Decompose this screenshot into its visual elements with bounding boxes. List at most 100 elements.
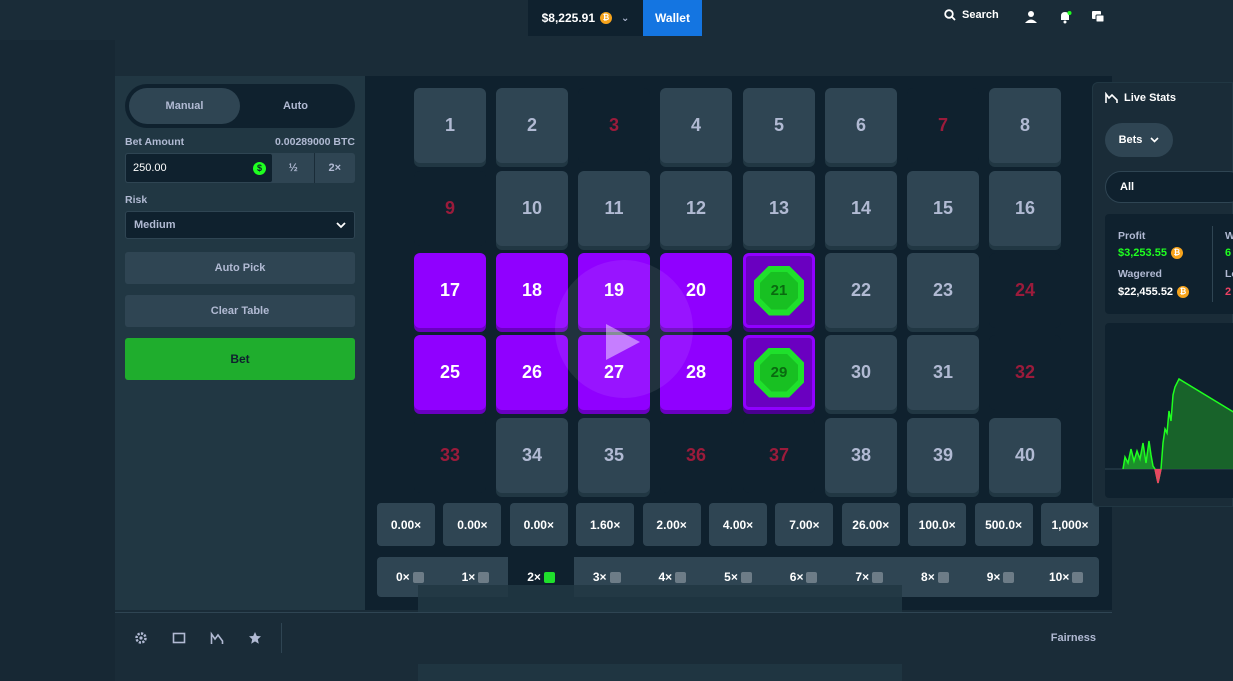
tile-37[interactable]: 37 bbox=[743, 418, 815, 493]
gem-square-icon bbox=[675, 571, 687, 583]
theatre-mode-icon[interactable] bbox=[172, 631, 186, 645]
clear-table-button[interactable]: Clear Table bbox=[125, 295, 355, 327]
tile-5[interactable]: 5 bbox=[743, 88, 815, 163]
stats-summary: Profit $3,253.55 ₿ Wagered $22,455.52 ₿ … bbox=[1105, 214, 1233, 314]
tile-9[interactable]: 9 bbox=[414, 171, 486, 246]
tile-22[interactable]: 22 bbox=[825, 253, 897, 328]
tile-14[interactable]: 14 bbox=[825, 171, 897, 246]
gem-icon: 29 bbox=[754, 347, 804, 398]
tile-11[interactable]: 11 bbox=[578, 171, 650, 246]
tile-25[interactable]: 25 bbox=[414, 335, 486, 410]
tile-number: 38 bbox=[850, 445, 872, 465]
tile-16[interactable]: 16 bbox=[989, 171, 1061, 246]
balance-value: $8,225.91 bbox=[541, 11, 595, 25]
bet-amount-btc: 0.00289000 BTC bbox=[275, 136, 355, 148]
search-icon bbox=[944, 9, 956, 21]
hit-count-item: 10× bbox=[1033, 557, 1099, 597]
gem-square-icon bbox=[543, 571, 555, 583]
tile-12[interactable]: 12 bbox=[660, 171, 732, 246]
tile-35[interactable]: 35 bbox=[578, 418, 650, 493]
left-background bbox=[0, 40, 115, 681]
tile-3[interactable]: 3 bbox=[578, 88, 650, 163]
balance-selector[interactable]: $8,225.91 ₿ ⌄ bbox=[528, 0, 643, 36]
tile-33[interactable]: 33 bbox=[414, 418, 486, 493]
tile-number: 30 bbox=[850, 362, 872, 382]
payout-multiplier: 1,000× bbox=[1041, 503, 1099, 546]
profit-value: $3,253.55 bbox=[1118, 247, 1167, 259]
tile-7[interactable]: 7 bbox=[907, 88, 979, 163]
tile-30[interactable]: 30 bbox=[825, 335, 897, 410]
payout-multiplier: 1.60× bbox=[576, 503, 635, 546]
tile-23[interactable]: 23 bbox=[907, 253, 979, 328]
search-button[interactable]: Search bbox=[944, 9, 999, 21]
tile-number: 26 bbox=[521, 362, 543, 382]
tile-40[interactable]: 40 bbox=[989, 418, 1061, 493]
tile-31[interactable]: 31 bbox=[907, 335, 979, 410]
manual-tab[interactable]: Manual bbox=[129, 88, 240, 124]
payout-multiplier: 2.00× bbox=[642, 503, 701, 546]
tile-13[interactable]: 13 bbox=[743, 171, 815, 246]
bet-amount-input[interactable]: 250.00 $ bbox=[125, 153, 273, 183]
settings-gear-icon[interactable] bbox=[134, 631, 148, 645]
half-button[interactable]: ½ bbox=[273, 153, 315, 183]
user-icon[interactable] bbox=[1024, 10, 1038, 24]
tile-number: 39 bbox=[932, 445, 954, 465]
tile-24[interactable]: 24 bbox=[989, 253, 1061, 328]
tile-number: 35 bbox=[603, 445, 625, 465]
tile-number: 24 bbox=[1014, 280, 1036, 300]
hit-count-label: 1× bbox=[461, 570, 476, 584]
play-icon bbox=[606, 324, 640, 360]
wallet-button[interactable]: Wallet bbox=[643, 0, 702, 36]
tile-6[interactable]: 6 bbox=[825, 88, 897, 163]
tile-number: 25 bbox=[439, 362, 461, 382]
wagered-value: $22,455.52 bbox=[1118, 286, 1174, 298]
gem-square-icon bbox=[806, 571, 818, 583]
tile-15[interactable]: 15 bbox=[907, 171, 979, 246]
tile-36[interactable]: 36 bbox=[660, 418, 732, 493]
hit-count-item: 8× bbox=[902, 557, 968, 597]
tile-number: 17 bbox=[439, 280, 461, 300]
tile-number: 31 bbox=[932, 362, 954, 382]
hit-count-label: 2× bbox=[527, 570, 541, 584]
tile-number: 21 bbox=[770, 282, 788, 299]
tile-number: 7 bbox=[937, 115, 948, 135]
bet-button[interactable]: Bet bbox=[125, 338, 355, 380]
notifications-icon[interactable] bbox=[1058, 10, 1072, 24]
tile-39[interactable]: 39 bbox=[907, 418, 979, 493]
tile-1[interactable]: 1 bbox=[414, 88, 486, 163]
tile-17[interactable]: 17 bbox=[414, 253, 486, 328]
tile-8[interactable]: 8 bbox=[989, 88, 1061, 163]
tile-2[interactable]: 2 bbox=[496, 88, 568, 163]
chat-icon[interactable] bbox=[1091, 10, 1105, 24]
tile-29[interactable]: 29 bbox=[743, 335, 815, 410]
payout-multiplier: 0.00× bbox=[377, 503, 435, 546]
tile-10[interactable]: 10 bbox=[496, 171, 568, 246]
gem-square-icon bbox=[609, 571, 621, 583]
tile-number: 8 bbox=[1019, 115, 1030, 135]
profit-value-row: $3,253.55 ₿ bbox=[1118, 247, 1183, 259]
favourite-star-icon[interactable] bbox=[248, 631, 262, 645]
hit-count-label: 10× bbox=[1048, 570, 1070, 584]
risk-select[interactable]: Medium bbox=[125, 211, 355, 239]
tile-number: 40 bbox=[1014, 445, 1036, 465]
gem-square-icon bbox=[872, 571, 884, 583]
bets-dropdown[interactable]: Bets bbox=[1105, 123, 1173, 157]
tile-32[interactable]: 32 bbox=[989, 335, 1061, 410]
fairness-link[interactable]: Fairness bbox=[1051, 632, 1096, 644]
double-button[interactable]: 2× bbox=[315, 153, 356, 183]
live-stats-panel: Live Stats Bets All Profit $3,253.55 ₿ W… bbox=[1092, 82, 1233, 507]
auto-tab[interactable]: Auto bbox=[240, 88, 351, 124]
tile-4[interactable]: 4 bbox=[660, 88, 732, 163]
live-stats-icon[interactable] bbox=[210, 631, 224, 645]
tile-number: 23 bbox=[932, 280, 954, 300]
stats-divider bbox=[1212, 226, 1213, 302]
tile-number: 36 bbox=[685, 445, 707, 465]
tile-38[interactable]: 38 bbox=[825, 418, 897, 493]
tile-21[interactable]: 21 bbox=[743, 253, 815, 328]
tile-34[interactable]: 34 bbox=[496, 418, 568, 493]
tile-number: 1 bbox=[444, 115, 455, 135]
losses-label-cut: Lo bbox=[1225, 268, 1233, 280]
filter-dropdown[interactable]: All bbox=[1105, 171, 1233, 203]
stats-chart-icon bbox=[1105, 92, 1118, 103]
auto-pick-button[interactable]: Auto Pick bbox=[125, 252, 355, 284]
